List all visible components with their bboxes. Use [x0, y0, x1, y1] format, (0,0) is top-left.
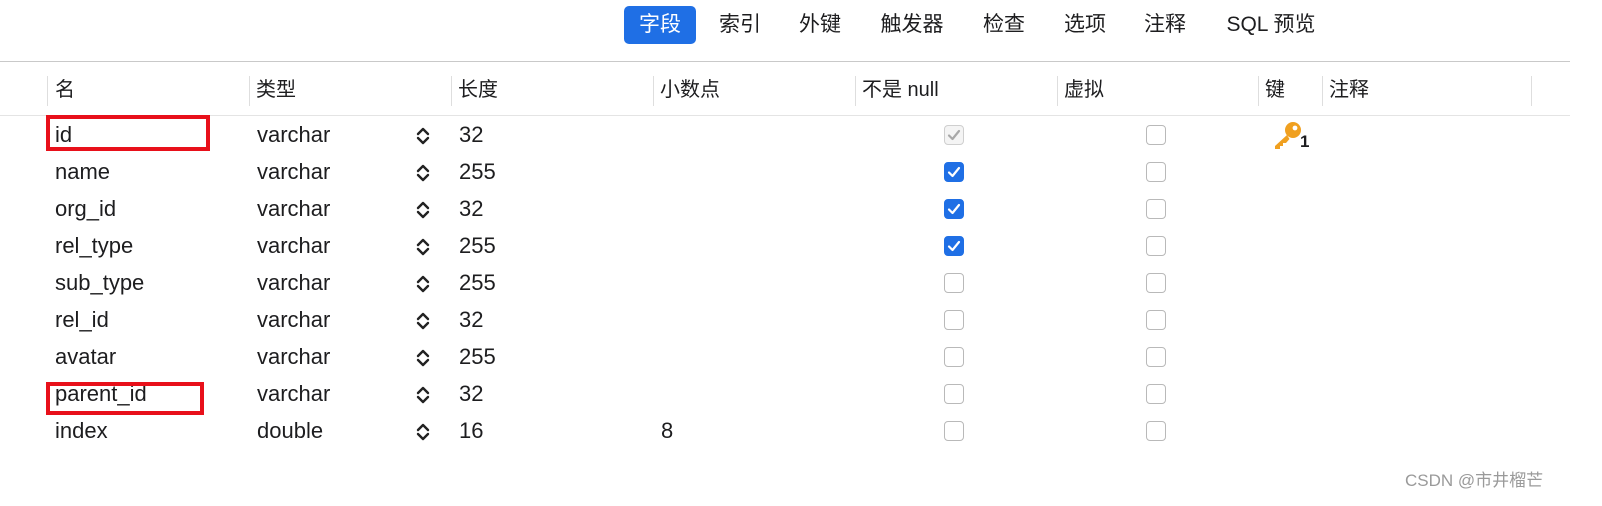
- field-name-cell[interactable]: rel_id: [55, 301, 109, 338]
- tab-sql-preview[interactable]: SQL 预览: [1218, 6, 1324, 44]
- header-key[interactable]: 键: [1265, 70, 1285, 110]
- field-length-cell[interactable]: 16: [459, 412, 483, 449]
- field-length-cell[interactable]: 255: [459, 153, 496, 190]
- virtual-checkbox[interactable]: [1146, 421, 1166, 441]
- field-length-cell[interactable]: 255: [459, 264, 496, 301]
- column-separator: [249, 76, 250, 106]
- field-type-cell[interactable]: varchar: [257, 301, 330, 338]
- field-name-cell[interactable]: sub_type: [55, 264, 144, 301]
- column-separator: [451, 76, 452, 106]
- field-length-cell[interactable]: 32: [459, 190, 483, 227]
- field-type-cell[interactable]: varchar: [257, 375, 330, 412]
- field-length-cell[interactable]: 255: [459, 227, 496, 264]
- table-row[interactable]: id varchar 32 1: [0, 116, 1570, 153]
- not-null-checkbox[interactable]: [944, 236, 964, 256]
- header-length[interactable]: 长度: [458, 70, 498, 110]
- table-row[interactable]: name varchar 255: [0, 153, 1570, 190]
- checkmark-icon: [947, 129, 961, 141]
- checkmark-icon: [947, 203, 961, 215]
- field-decimals-cell[interactable]: 8: [661, 412, 673, 449]
- table-row[interactable]: parent_id varchar 32: [0, 375, 1570, 412]
- field-type-cell[interactable]: varchar: [257, 153, 330, 190]
- not-null-checkbox[interactable]: [944, 384, 964, 404]
- tab-options[interactable]: 选项: [1057, 6, 1113, 44]
- table-row[interactable]: sub_type varchar 255: [0, 264, 1570, 301]
- field-length-cell[interactable]: 32: [459, 116, 483, 153]
- not-null-checkbox[interactable]: [944, 199, 964, 219]
- checkmark-icon: [947, 166, 961, 178]
- chevron-up-down-icon[interactable]: [414, 421, 432, 443]
- virtual-checkbox[interactable]: [1146, 347, 1166, 367]
- chevron-up-down-icon[interactable]: [414, 199, 432, 221]
- field-name-cell[interactable]: rel_type: [55, 227, 133, 264]
- field-name-cell[interactable]: index: [55, 412, 108, 449]
- column-separator: [1258, 76, 1259, 106]
- chevron-up-down-icon[interactable]: [414, 162, 432, 184]
- table-row[interactable]: rel_type varchar 255: [0, 227, 1570, 264]
- table-row[interactable]: index double 16 8: [0, 412, 1570, 449]
- column-separator: [1322, 76, 1323, 106]
- field-type-cell[interactable]: varchar: [257, 116, 330, 153]
- table-row[interactable]: org_id varchar 32: [0, 190, 1570, 227]
- chevron-up-down-icon[interactable]: [414, 384, 432, 406]
- chevron-up-down-icon[interactable]: [414, 236, 432, 258]
- table-header: 名 类型 长度 小数点 不是 null 虚拟 键 注释: [0, 70, 1570, 110]
- highlight-box-parent-id: [46, 382, 204, 415]
- tab-triggers[interactable]: 触发器: [874, 6, 950, 44]
- not-null-checkbox[interactable]: [944, 347, 964, 367]
- checkmark-icon: [947, 240, 961, 252]
- chevron-up-down-icon[interactable]: [414, 310, 432, 332]
- field-length-cell[interactable]: 32: [459, 301, 483, 338]
- field-length-cell[interactable]: 255: [459, 338, 496, 375]
- field-type-cell[interactable]: varchar: [257, 190, 330, 227]
- virtual-checkbox[interactable]: [1146, 236, 1166, 256]
- field-name-cell[interactable]: name: [55, 153, 110, 190]
- toolbar-divider: [0, 61, 1570, 62]
- chevron-up-down-icon[interactable]: [414, 125, 432, 147]
- header-comment[interactable]: 注释: [1329, 70, 1369, 110]
- column-separator: [653, 76, 654, 106]
- field-name-cell[interactable]: org_id: [55, 190, 116, 227]
- tab-checks[interactable]: 检查: [976, 6, 1032, 44]
- header-type[interactable]: 类型: [256, 70, 296, 110]
- chevron-up-down-icon[interactable]: [414, 273, 432, 295]
- column-separator: [855, 76, 856, 106]
- tab-indexes[interactable]: 索引: [712, 6, 768, 44]
- tab-foreign-keys[interactable]: 外键: [792, 6, 848, 44]
- field-type-cell[interactable]: varchar: [257, 264, 330, 301]
- column-separator: [47, 76, 48, 106]
- not-null-checkbox[interactable]: [944, 421, 964, 441]
- virtual-checkbox[interactable]: [1146, 125, 1166, 145]
- tab-comment[interactable]: 注释: [1137, 6, 1193, 44]
- field-name-cell[interactable]: avatar: [55, 338, 116, 375]
- virtual-checkbox[interactable]: [1146, 162, 1166, 182]
- field-type-cell[interactable]: varchar: [257, 338, 330, 375]
- header-decimals[interactable]: 小数点: [660, 70, 720, 110]
- virtual-checkbox[interactable]: [1146, 310, 1166, 330]
- column-separator: [1057, 76, 1058, 106]
- chevron-up-down-icon[interactable]: [414, 347, 432, 369]
- table-row[interactable]: rel_id varchar 32: [0, 301, 1570, 338]
- watermark: CSDN @市井榴芒: [1405, 471, 1544, 490]
- table-row[interactable]: avatar varchar 255: [0, 338, 1570, 375]
- not-null-checkbox[interactable]: [944, 273, 964, 293]
- highlight-box-id: [46, 115, 210, 151]
- tab-bar: 字段 索引 外键 触发器 检查 选项 注释 SQL 预览: [0, 0, 1602, 48]
- field-length-cell[interactable]: 32: [459, 375, 483, 412]
- header-virtual[interactable]: 虚拟: [1064, 70, 1104, 110]
- field-type-cell[interactable]: varchar: [257, 227, 330, 264]
- not-null-checkbox[interactable]: [944, 125, 964, 145]
- column-separator: [1531, 76, 1532, 106]
- header-not-null[interactable]: 不是 null: [862, 70, 939, 110]
- not-null-checkbox[interactable]: [944, 310, 964, 330]
- key-index: 1: [1300, 132, 1310, 151]
- virtual-checkbox[interactable]: [1146, 384, 1166, 404]
- tab-fields[interactable]: 字段: [624, 6, 696, 44]
- field-type-cell[interactable]: double: [257, 412, 323, 449]
- virtual-checkbox[interactable]: [1146, 199, 1166, 219]
- header-name[interactable]: 名: [55, 70, 75, 110]
- virtual-checkbox[interactable]: [1146, 273, 1166, 293]
- not-null-checkbox[interactable]: [944, 162, 964, 182]
